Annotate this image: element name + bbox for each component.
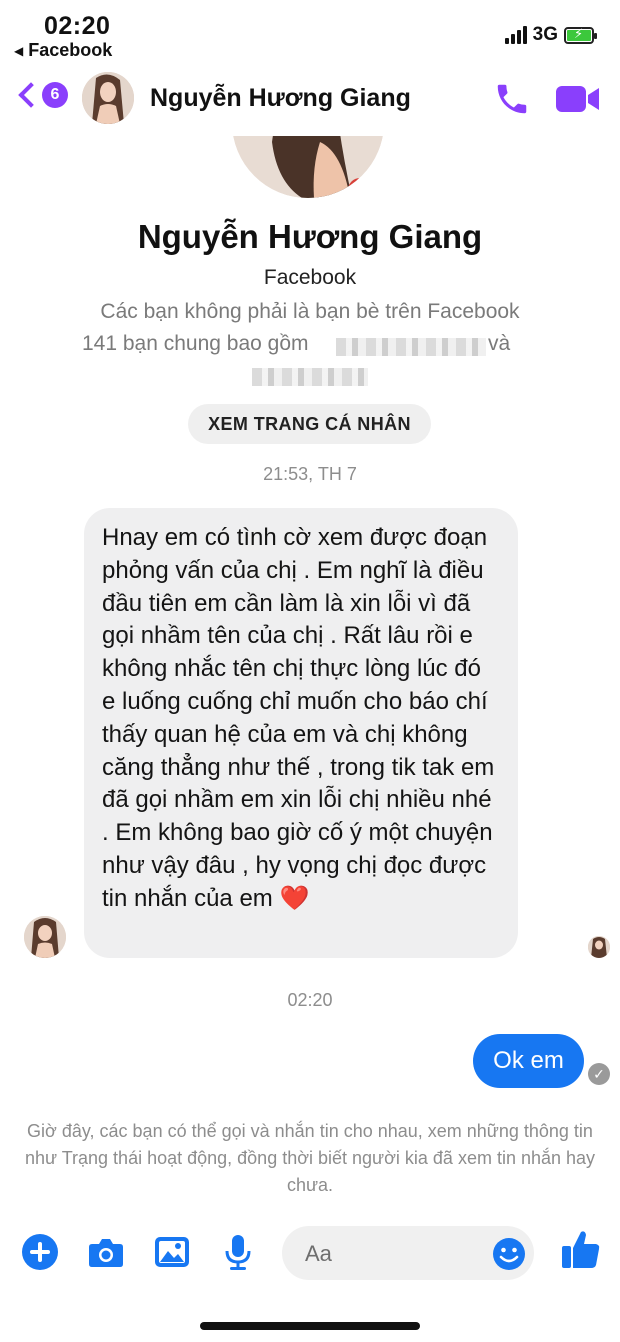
image-icon[interactable]	[152, 1232, 192, 1272]
chat-header: 6 Nguyễn Hương Giang	[0, 64, 620, 136]
profile-name: Nguyễn Hương Giang	[137, 218, 483, 255]
message-input[interactable]: Aa	[282, 1226, 534, 1280]
profile-subtitle: Facebook	[263, 266, 357, 289]
redacted-names	[336, 338, 486, 356]
camera-icon[interactable]	[86, 1232, 126, 1272]
incoming-message-text: Hnay em có tình cờ xem được đoạn phỏng v…	[102, 524, 495, 912]
microphone-icon[interactable]	[218, 1232, 258, 1272]
contact-name[interactable]: Nguyễn Hương Giang	[150, 84, 411, 113]
battery-icon: ⚡	[564, 26, 597, 44]
header-avatar[interactable]	[82, 72, 134, 124]
system-indicators: 3G ⚡	[504, 24, 597, 46]
incoming-message-bubble[interactable]: Hnay em có tình cờ xem được đoạn phỏng v…	[84, 508, 518, 958]
status-time: 02:20	[44, 12, 111, 40]
mutual-friends-and: và	[488, 332, 511, 355]
message-composer: Aa	[0, 1224, 620, 1284]
thumbs-up-icon[interactable]	[560, 1228, 600, 1268]
view-profile-button[interactable]: XEM TRANG CÁ NHÂN	[188, 404, 431, 444]
outgoing-message-bubble[interactable]: Ok em	[473, 1034, 584, 1088]
redacted-names-line2	[252, 368, 368, 386]
plus-icon[interactable]	[20, 1232, 60, 1272]
back-to-app-link[interactable]: ◀ Facebook	[14, 40, 112, 61]
back-button[interactable]: 6	[16, 82, 68, 108]
back-triangle-icon: ◀	[14, 43, 24, 58]
message-placeholder: Aa	[305, 1241, 332, 1266]
chevron-left-icon	[18, 82, 44, 108]
connection-notice: Giờ đây, các bạn có thể gọi và nhắn tin …	[24, 1121, 596, 1195]
back-app-label: Facebook	[28, 40, 113, 60]
unread-count-badge: 6	[42, 82, 68, 108]
seen-receipt-avatar	[588, 936, 610, 958]
timestamp-second: 02:20	[287, 990, 333, 1010]
timestamp-first: 21:53, TH 7	[263, 464, 357, 484]
home-indicator[interactable]	[200, 1322, 420, 1330]
signal-icon	[504, 26, 527, 44]
sender-avatar[interactable]	[24, 916, 66, 958]
phone-icon[interactable]	[493, 80, 531, 118]
sent-check-icon: ✓	[588, 1063, 610, 1085]
video-camera-icon[interactable]	[556, 84, 600, 114]
network-type: 3G	[532, 24, 558, 45]
mutual-friends-text: 141 bạn chung bao gồm	[82, 332, 309, 355]
status-bar: 02:20 ◀ Facebook 3G ⚡	[0, 0, 620, 64]
emoji-icon[interactable]	[492, 1237, 526, 1271]
friend-status-text: Các bạn không phải là bạn bè trên Facebo…	[100, 300, 520, 323]
